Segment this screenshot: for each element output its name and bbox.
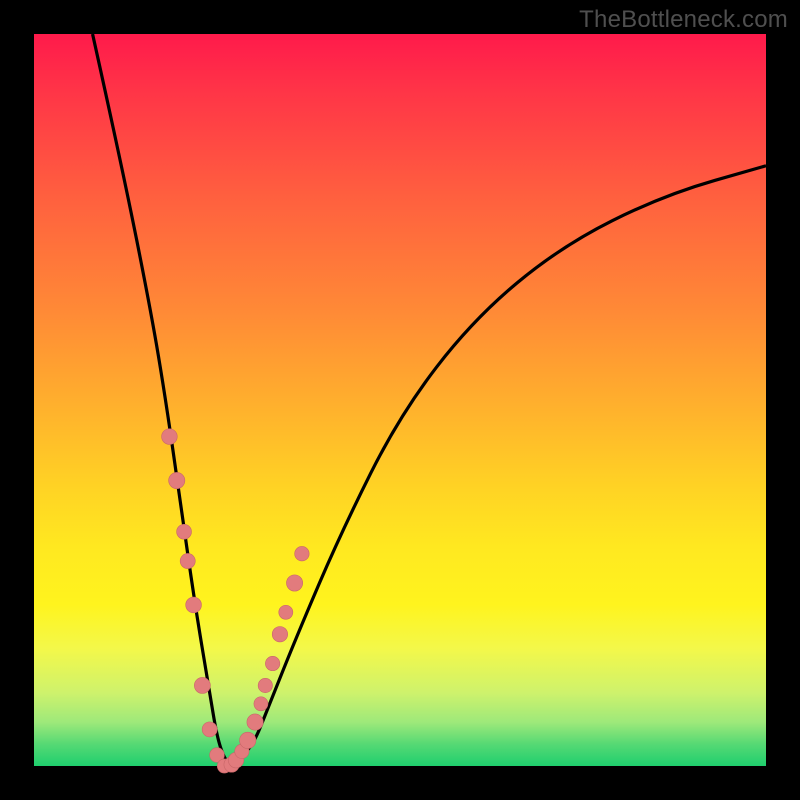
plot-area: [34, 34, 766, 766]
data-marker: [186, 597, 202, 613]
data-marker: [265, 656, 279, 670]
data-marker: [169, 472, 185, 488]
data-marker: [286, 575, 302, 591]
data-marker: [272, 627, 287, 642]
data-marker: [247, 714, 263, 730]
chart-frame: TheBottleneck.com: [0, 0, 800, 800]
data-marker: [180, 553, 195, 568]
data-marker: [254, 697, 268, 711]
data-marker: [202, 722, 217, 737]
data-marker: [279, 605, 293, 619]
data-marker: [295, 546, 309, 560]
data-marker: [162, 429, 178, 445]
data-marker: [177, 524, 192, 539]
marker-group: [162, 429, 310, 773]
data-marker: [240, 732, 256, 748]
data-marker: [194, 677, 210, 693]
watermark-text: TheBottleneck.com: [579, 6, 788, 34]
chart-svg: [34, 34, 766, 766]
bottleneck-curve: [93, 34, 766, 764]
data-marker: [258, 678, 272, 692]
